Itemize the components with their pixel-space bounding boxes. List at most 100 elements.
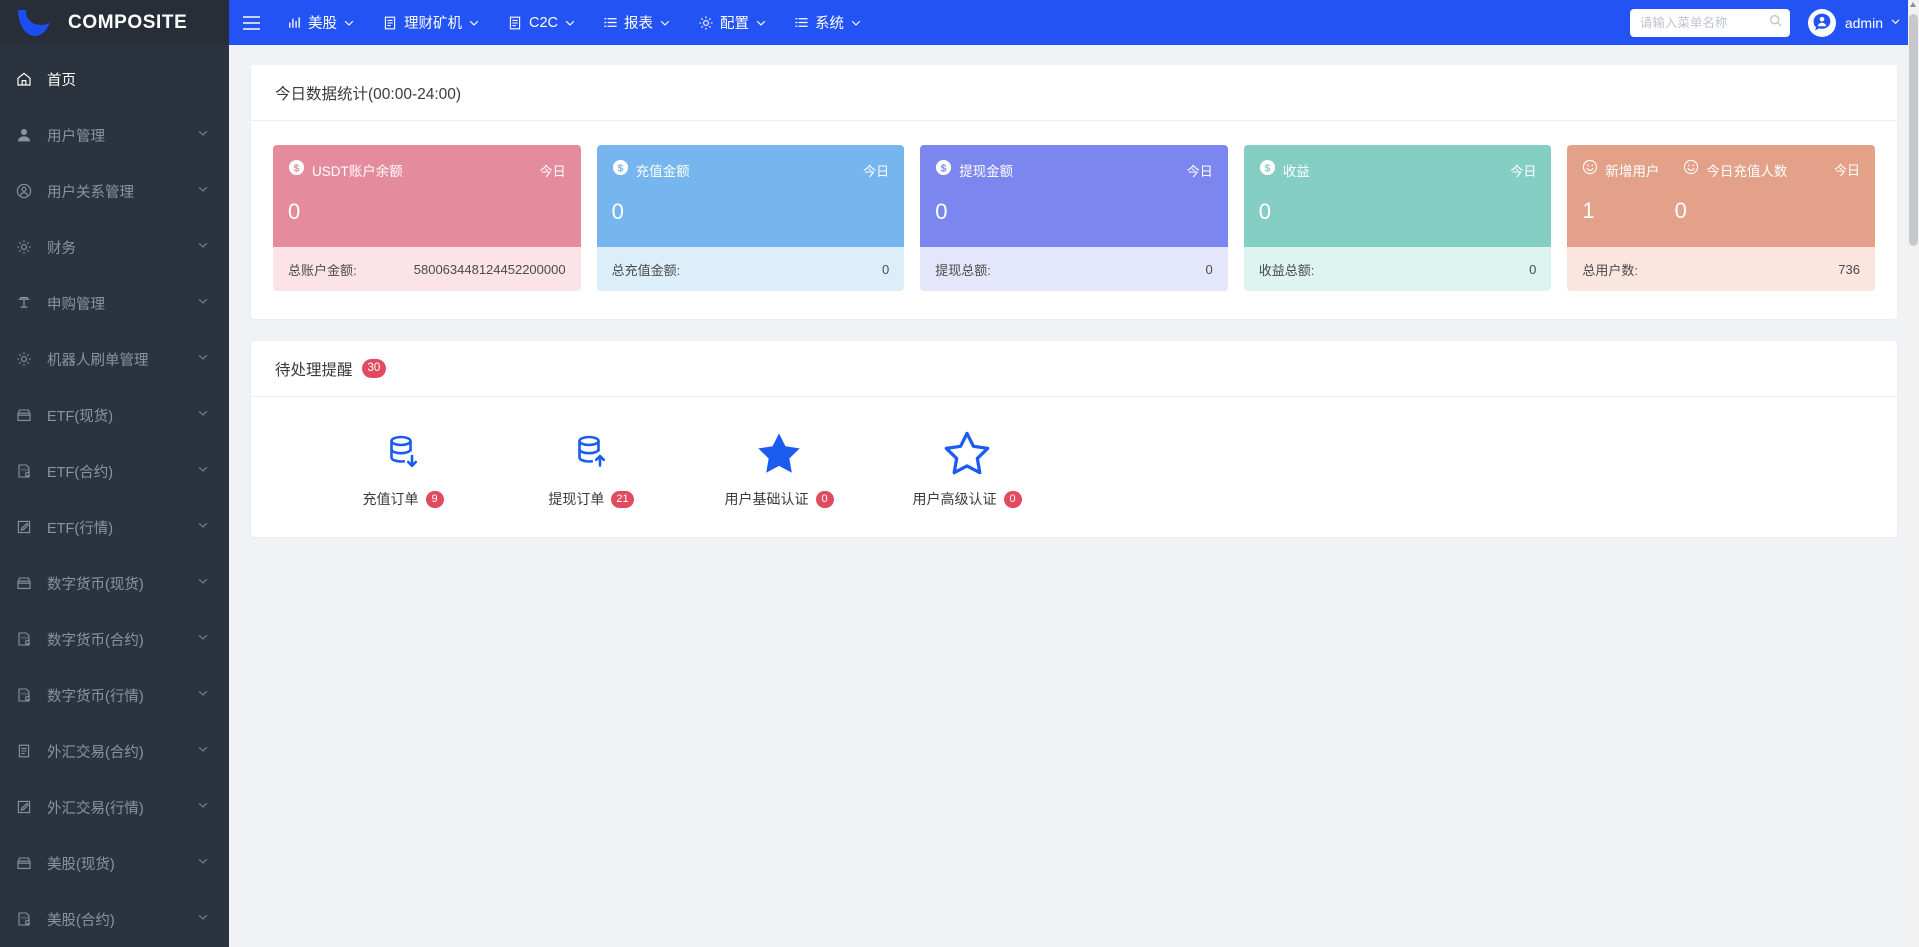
top-menu-item-2[interactable]: C2C: [493, 0, 589, 45]
sidebar-item-15[interactable]: SQL美股(合约): [0, 891, 229, 947]
sidebar-item-3[interactable]: 财务: [0, 219, 229, 275]
page-scrollbar[interactable]: [1908, 0, 1919, 947]
today-stats-panel: 今日数据统计(00:00-24:00) $USDT账户余额今日0总账户金额:58…: [251, 65, 1897, 319]
dollar-coin-icon: $: [1259, 159, 1276, 181]
stat-card-foot: 总用户数:736: [1567, 247, 1875, 291]
stat-card-metric-head-0: $收益: [1259, 159, 1310, 181]
sql-doc-icon: SQL: [16, 631, 38, 647]
sidebar-item-12[interactable]: 外汇交易(合约): [0, 723, 229, 779]
sidebar-item-6[interactable]: ETF(现货): [0, 387, 229, 443]
sidebar-item-0[interactable]: 首页: [0, 51, 229, 107]
stat-card-metric-head-0: 新增用户: [1582, 159, 1659, 180]
chevron-down-icon[interactable]: [197, 519, 211, 535]
sidebar-item-9[interactable]: 数字货币(现货): [0, 555, 229, 611]
top-menu: 美股理财矿机C2C报表配置系统: [273, 0, 875, 45]
svg-text:$: $: [294, 163, 300, 174]
chevron-down-icon[interactable]: [197, 799, 211, 815]
stat-card-metric-head-0: $充值金额: [612, 159, 690, 181]
pending-item-label: 用户高级认证: [913, 489, 997, 509]
document-icon: [507, 15, 523, 31]
top-navbar: 美股理财矿机C2C报表配置系统: [229, 0, 1919, 45]
stat-card-foot-value: 736: [1838, 262, 1860, 277]
sidebar-item-label: 首页: [47, 69, 211, 90]
chevron-down-icon[interactable]: [659, 17, 670, 28]
avatar[interactable]: [1808, 9, 1836, 37]
chevron-down-icon[interactable]: [197, 407, 211, 423]
stat-card-top: $提现金额今日0: [920, 145, 1228, 247]
sidebar-item-14[interactable]: 美股(现货): [0, 835, 229, 891]
top-menu-item-1[interactable]: 理财矿机: [368, 0, 493, 45]
sidebar-item-5[interactable]: 机器人刷单管理: [0, 331, 229, 387]
chevron-down-icon[interactable]: [343, 17, 354, 28]
sidebar-item-2[interactable]: 用户关系管理: [0, 163, 229, 219]
pending-item-3[interactable]: 用户高级认证 0: [873, 427, 1061, 509]
scrollbar-thumb[interactable]: [1909, 14, 1918, 246]
shop-icon: [16, 407, 38, 423]
pending-item-label-wrap: 用户高级认证 0: [913, 489, 1022, 509]
pending-item-2[interactable]: 用户基础认证 0: [685, 427, 873, 509]
stat-card-foot-value: 580063448124452200000: [414, 262, 566, 277]
database-download-icon: [381, 427, 425, 475]
chevron-down-icon[interactable]: [197, 631, 211, 647]
top-menu-item-3[interactable]: 报表: [589, 0, 684, 45]
chevron-down-icon[interactable]: [197, 855, 211, 871]
pending-item-badge: 0: [816, 491, 834, 508]
sidebar-item-13[interactable]: 外汇交易(行情): [0, 779, 229, 835]
document-icon: [16, 743, 38, 759]
hamburger-icon[interactable]: [229, 0, 273, 45]
stat-card-period: 今日: [540, 161, 566, 180]
pending-item-label: 用户基础认证: [725, 489, 809, 509]
chevron-down-icon[interactable]: [197, 911, 211, 927]
sidebar-item-1[interactable]: 用户管理: [0, 107, 229, 163]
search-input[interactable]: [1640, 16, 1769, 30]
stat-card-value: 1: [1582, 200, 1594, 222]
chevron-down-icon[interactable]: [468, 17, 479, 28]
chevron-down-icon[interactable]: [197, 127, 211, 143]
chevron-down-icon[interactable]: [197, 295, 211, 311]
chevron-down-icon[interactable]: [197, 463, 211, 479]
sidebar-item-11[interactable]: SQL数字货币(行情): [0, 667, 229, 723]
stamp-icon: [16, 295, 38, 311]
topbar-right: admin: [1630, 0, 1919, 45]
list-icon: [603, 15, 618, 30]
stat-card-foot: 总充值金额:0: [597, 247, 905, 291]
chevron-down-icon[interactable]: [197, 743, 211, 759]
dollar-coin-icon: $: [288, 159, 305, 181]
chevron-down-icon[interactable]: [197, 351, 211, 367]
chevron-down-icon[interactable]: [850, 17, 861, 28]
top-menu-item-0[interactable]: 美股: [273, 0, 368, 45]
user-menu-chevron-down-icon[interactable]: [1890, 14, 1901, 32]
pending-item-label: 提现订单: [548, 489, 604, 509]
sidebar-item-10[interactable]: SQL数字货币(合约): [0, 611, 229, 667]
top-menu-item-5[interactable]: 系统: [780, 0, 875, 45]
search-icon[interactable]: [1769, 14, 1782, 32]
scroll-up-arrow-icon[interactable]: [1910, 2, 1916, 7]
sidebar-item-label: ETF(合约): [47, 461, 197, 482]
pending-item-0[interactable]: 充值订单9: [309, 427, 497, 509]
pending-total-badge: 30: [362, 359, 387, 378]
sidebar-item-8[interactable]: ETF(行情): [0, 499, 229, 555]
shop-icon: [16, 575, 38, 591]
pending-item-label-wrap: 充值订单9: [363, 489, 444, 509]
stat-card-1: $充值金额今日0总充值金额:0: [597, 145, 905, 291]
chevron-down-icon[interactable]: [564, 17, 575, 28]
stat-card-foot: 总账户金额:580063448124452200000: [273, 247, 581, 291]
stat-card-top: $USDT账户余额今日0: [273, 145, 581, 247]
chevron-down-icon[interactable]: [197, 575, 211, 591]
list-icon: [794, 15, 809, 30]
brand-header: COMPOSITE: [0, 0, 229, 45]
stat-card-title: 提现金额: [959, 160, 1013, 180]
pending-item-badge: 0: [1004, 491, 1022, 508]
top-menu-item-4[interactable]: 配置: [684, 0, 780, 45]
sidebar-item-7[interactable]: SQLETF(合约): [0, 443, 229, 499]
pending-item-1[interactable]: 提现订单21: [497, 427, 685, 509]
chevron-down-icon[interactable]: [197, 239, 211, 255]
chevron-down-icon[interactable]: [197, 687, 211, 703]
main-column: 美股理财矿机C2C报表配置系统: [229, 0, 1919, 947]
chevron-down-icon[interactable]: [197, 183, 211, 199]
chevron-down-icon[interactable]: [755, 17, 766, 28]
svg-text:$: $: [941, 163, 947, 174]
sidebar-item-4[interactable]: 申购管理: [0, 275, 229, 331]
menu-search-box[interactable]: [1630, 9, 1790, 37]
stats-panel-title: 今日数据统计(00:00-24:00): [275, 82, 461, 104]
